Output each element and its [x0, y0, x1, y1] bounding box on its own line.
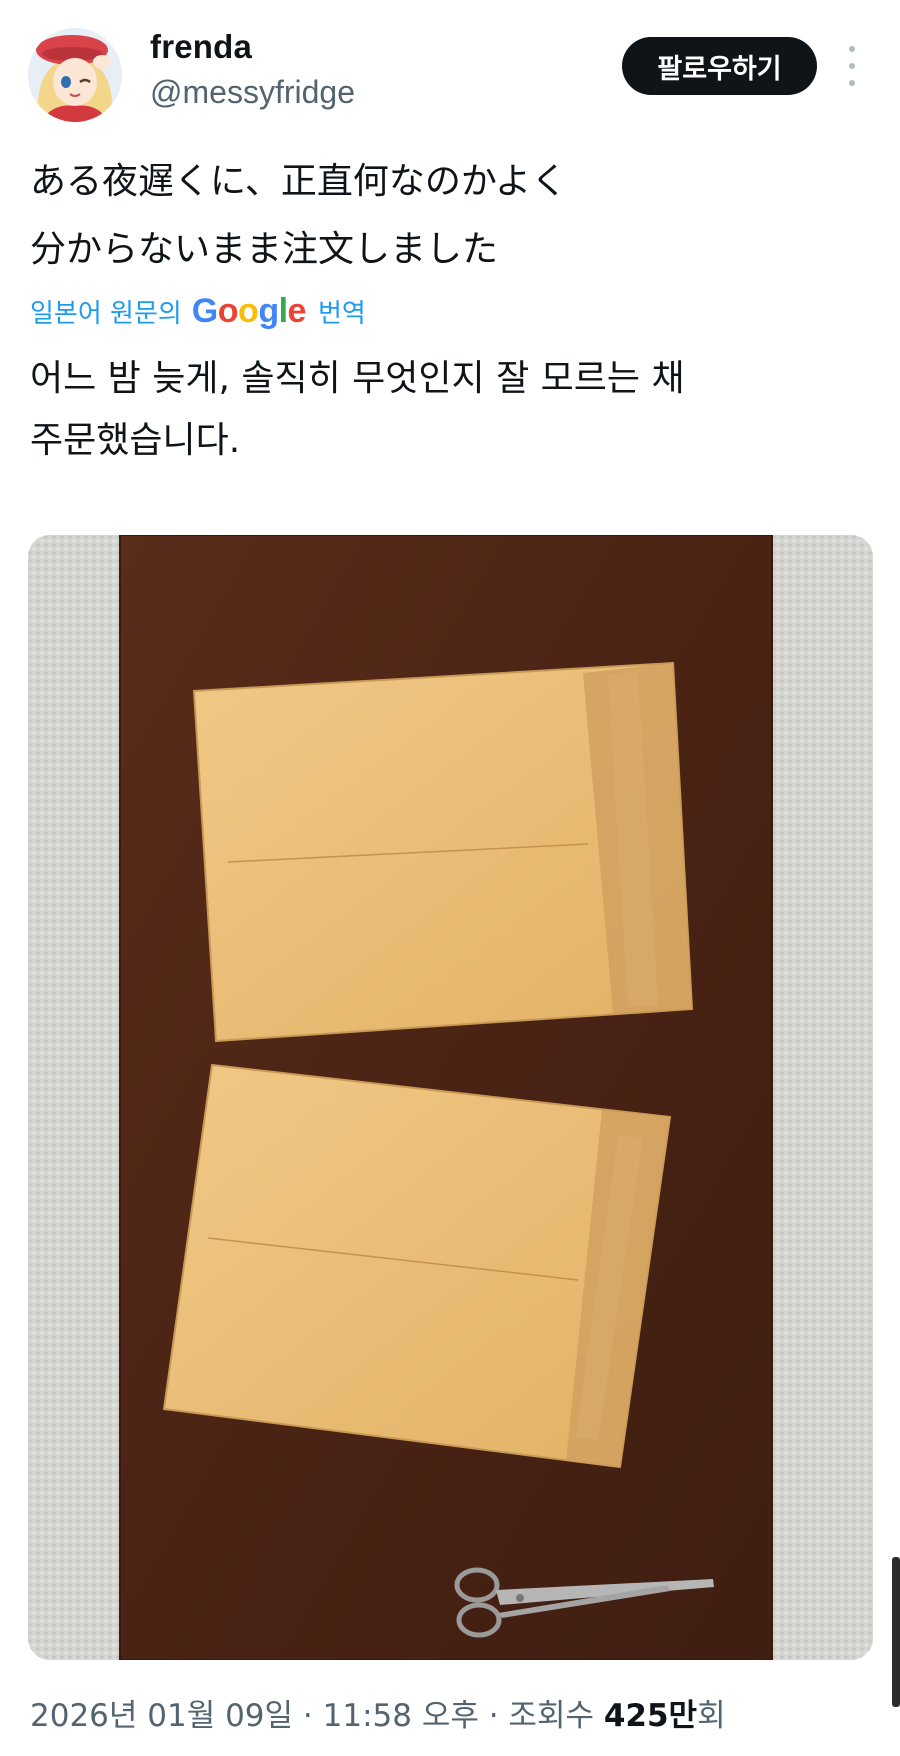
translation-suffix-label: 번역 — [317, 298, 366, 329]
avatar[interactable] — [28, 28, 122, 122]
translated-tweet-text: 어느 밤 늦게, 솔직히 무엇인지 잘 모르는 채 주문했습니다. — [30, 358, 685, 461]
views-count: 425만 — [603, 1698, 698, 1734]
views-label: 조회수 — [508, 1698, 604, 1734]
tweet-meta: 2026년 01월 09일 · 11:58 오후 · 조회수 425만회 — [30, 1690, 726, 1735]
views-unit: 회 — [697, 1698, 726, 1734]
meta-separator: · — [293, 1698, 323, 1734]
more-vertical-icon[interactable] — [842, 46, 862, 86]
envelope-bottom — [162, 1063, 672, 1469]
photo-envelopes-scissors — [28, 535, 873, 1660]
tweet-text: ある夜遅くに、正直何なのかよく 分からないまま注文しました — [30, 161, 568, 270]
anime-avatar-icon — [28, 28, 122, 122]
scrollbar[interactable] — [892, 1557, 900, 1707]
display-name[interactable]: frenda — [150, 28, 252, 66]
follow-button[interactable]: 팔로우하기 — [622, 37, 817, 95]
translation-attribution[interactable]: 일본어 원문의 Google 번역 — [30, 291, 366, 331]
translation-source-label: 일본어 원문의 — [30, 298, 182, 329]
google-logo: Google — [191, 291, 307, 330]
tweet-photo[interactable] — [28, 535, 873, 1660]
tweet-date[interactable]: 2026년 01월 09일 — [30, 1698, 293, 1734]
meta-separator: · — [478, 1698, 509, 1734]
envelope-top — [192, 661, 694, 1043]
tweet-header: frenda @messyfridge 팔로우하기 — [0, 0, 900, 130]
tweet-time[interactable]: 11:58 오후 — [323, 1698, 479, 1734]
user-handle[interactable]: @messyfridge — [150, 74, 355, 111]
